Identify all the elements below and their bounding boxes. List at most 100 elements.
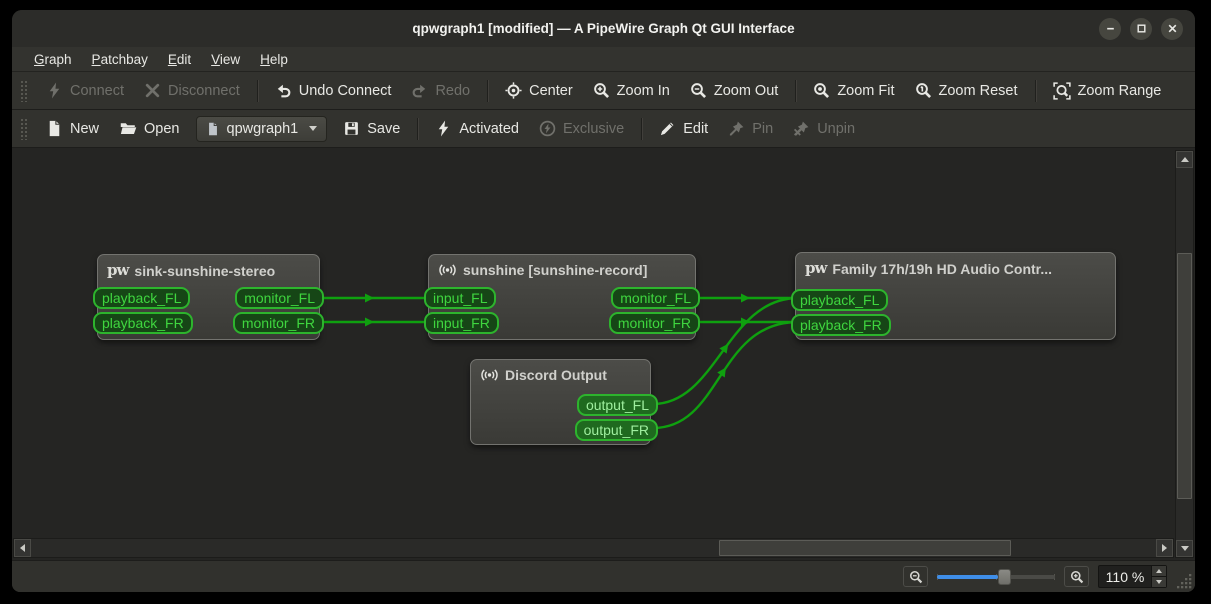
close-icon bbox=[1167, 23, 1178, 34]
scroll-down-button[interactable] bbox=[1176, 540, 1193, 557]
undo-connect-label: Undo Connect bbox=[299, 83, 392, 99]
triangle-up-icon bbox=[1181, 157, 1189, 162]
open-button[interactable]: Open bbox=[109, 115, 189, 142]
node-sunshine[interactable]: sunshine [sunshine-record] input_FL moni… bbox=[428, 254, 696, 340]
toolbar-separator bbox=[257, 80, 258, 102]
port-output[interactable]: output_FR bbox=[575, 419, 658, 441]
activated-toggle[interactable]: Activated bbox=[425, 115, 529, 142]
chevron-down-icon bbox=[309, 126, 317, 131]
zoom-fit-icon bbox=[813, 82, 830, 99]
wire-arrowhead bbox=[365, 294, 374, 303]
node-header: pw Family 17h/19h HD Audio Contr... bbox=[796, 253, 1115, 278]
zoom-out-button[interactable]: Zoom Out bbox=[680, 77, 788, 104]
toolbar-drag-handle[interactable] bbox=[20, 118, 28, 140]
exclusive-label: Exclusive bbox=[563, 121, 624, 137]
disconnect-icon bbox=[144, 82, 161, 99]
zoom-out-icon bbox=[909, 570, 923, 584]
port-input[interactable]: playback_FL bbox=[93, 287, 190, 309]
node-discord-output[interactable]: Discord Output output_FL output_FR bbox=[470, 359, 651, 445]
menu-graph[interactable]: Graph bbox=[24, 49, 82, 70]
zoom-fit-button[interactable]: Zoom Fit bbox=[803, 77, 904, 104]
port-input[interactable]: playback_FR bbox=[93, 312, 193, 334]
node-family-hd-audio[interactable]: pw Family 17h/19h HD Audio Contr... play… bbox=[795, 252, 1116, 340]
graph-canvas[interactable]: pw sink-sunshine-stereo playback_FL moni… bbox=[12, 148, 1195, 560]
zoom-slider[interactable] bbox=[937, 569, 1055, 585]
port-output[interactable]: monitor_FL bbox=[235, 287, 324, 309]
patchbay-file-icon bbox=[206, 122, 220, 136]
maximize-icon bbox=[1136, 23, 1147, 34]
menu-help[interactable]: Help bbox=[250, 49, 298, 70]
zoom-value[interactable]: 110 % bbox=[1099, 566, 1151, 587]
zoom-in-icon bbox=[1070, 570, 1084, 584]
zoom-range-icon bbox=[1053, 82, 1071, 100]
menu-view[interactable]: View bbox=[201, 49, 250, 70]
scroll-left-button[interactable] bbox=[14, 539, 31, 557]
toolbar-drag-handle[interactable] bbox=[20, 80, 28, 102]
minimize-icon bbox=[1105, 23, 1116, 34]
undo-connect-button[interactable]: Undo Connect bbox=[265, 77, 402, 104]
toolbar-separator bbox=[641, 118, 642, 140]
zoom-fit-label: Zoom Fit bbox=[837, 83, 894, 99]
exclusive-toggle: Exclusive bbox=[529, 115, 634, 142]
port-input[interactable]: input_FR bbox=[424, 312, 499, 334]
connect-button: Connect bbox=[36, 77, 134, 104]
wire-arrowhead bbox=[365, 318, 374, 327]
port-output[interactable]: monitor_FL bbox=[611, 287, 700, 309]
port-output[interactable]: monitor_FR bbox=[609, 312, 700, 334]
port-output[interactable]: monitor_FR bbox=[233, 312, 324, 334]
zoom-slider-handle[interactable] bbox=[998, 569, 1011, 585]
app-window: qpwgraph1 [modified] — A PipeWire Graph … bbox=[12, 10, 1195, 592]
port-input[interactable]: input_FL bbox=[424, 287, 496, 309]
minimize-button[interactable] bbox=[1099, 18, 1121, 40]
zoom-range-button[interactable]: Zoom Range bbox=[1043, 77, 1172, 105]
zoom-reset-button[interactable]: Zoom Reset bbox=[905, 77, 1028, 104]
statusbar-zoom-in-button[interactable] bbox=[1064, 566, 1089, 587]
edit-label: Edit bbox=[683, 121, 708, 137]
maximize-button[interactable] bbox=[1130, 18, 1152, 40]
horizontal-scrollbar[interactable] bbox=[13, 538, 1174, 558]
port-input[interactable]: playback_FR bbox=[791, 314, 891, 336]
toolbar-separator bbox=[487, 80, 488, 102]
vertical-scrollbar[interactable] bbox=[1175, 150, 1194, 558]
window-resize-grip[interactable] bbox=[1177, 574, 1192, 589]
zoom-out-label: Zoom Out bbox=[714, 83, 778, 99]
center-label: Center bbox=[529, 83, 573, 99]
node-header: Discord Output bbox=[471, 360, 650, 383]
horizontal-scroll-thumb[interactable] bbox=[719, 540, 1011, 556]
node-sink-sunshine-stereo[interactable]: pw sink-sunshine-stereo playback_FL moni… bbox=[97, 254, 320, 340]
pin-label: Pin bbox=[752, 121, 773, 137]
menu-edit[interactable]: Edit bbox=[158, 49, 201, 70]
zoom-in-button[interactable]: Zoom In bbox=[583, 77, 680, 104]
pin-icon bbox=[728, 120, 745, 137]
scroll-right-button[interactable] bbox=[1156, 539, 1173, 557]
triangle-right-icon bbox=[1162, 544, 1167, 552]
connection-wires bbox=[12, 148, 1195, 560]
port-output[interactable]: output_FL bbox=[577, 394, 658, 416]
save-button[interactable]: Save bbox=[333, 115, 410, 142]
undo-icon bbox=[275, 82, 292, 99]
statusbar-zoom-out-button[interactable] bbox=[903, 566, 928, 587]
zoom-in-icon bbox=[593, 82, 610, 99]
center-button[interactable]: Center bbox=[495, 77, 583, 104]
port-input[interactable]: playback_FL bbox=[791, 289, 888, 311]
exclusive-bolt-icon bbox=[539, 120, 556, 137]
menubar: Graph Patchbay Edit View Help bbox=[12, 47, 1195, 72]
new-file-icon bbox=[46, 120, 63, 137]
graph-toolbar: Connect Disconnect Undo Connect Redo Cen… bbox=[12, 72, 1195, 110]
save-label: Save bbox=[367, 121, 400, 137]
vertical-scroll-thumb[interactable] bbox=[1177, 253, 1192, 499]
titlebar[interactable]: qpwgraph1 [modified] — A PipeWire Graph … bbox=[12, 10, 1195, 47]
close-button[interactable] bbox=[1161, 18, 1183, 40]
application-icon bbox=[438, 262, 457, 278]
spin-down-button[interactable] bbox=[1152, 576, 1166, 587]
triangle-up-icon bbox=[1156, 569, 1162, 573]
menu-patchbay[interactable]: Patchbay bbox=[82, 49, 158, 70]
connect-icon bbox=[46, 82, 63, 99]
spin-up-button[interactable] bbox=[1152, 566, 1166, 576]
new-button[interactable]: New bbox=[36, 115, 109, 142]
zoom-spinbox[interactable]: 110 % bbox=[1098, 565, 1167, 588]
scroll-up-button[interactable] bbox=[1176, 151, 1193, 168]
edit-button[interactable]: Edit bbox=[649, 115, 718, 142]
triangle-down-icon bbox=[1156, 580, 1162, 584]
patchbay-select[interactable]: qpwgraph1 bbox=[196, 116, 328, 142]
